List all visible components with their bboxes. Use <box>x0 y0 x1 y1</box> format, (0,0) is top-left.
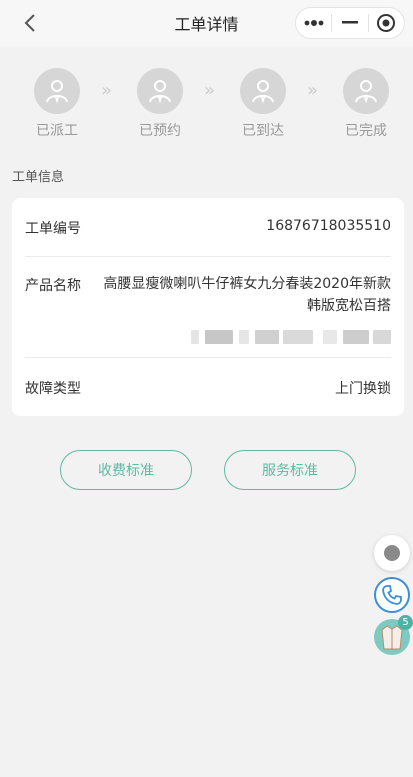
dot-icon <box>384 545 400 561</box>
service-standard-button[interactable]: 服务标准 <box>224 450 356 490</box>
floating-record-button[interactable] <box>374 535 410 571</box>
nav-bar: 工单详情 <box>0 0 413 46</box>
floating-product-button[interactable]: 5 <box>374 615 413 655</box>
step-arrow: » <box>307 80 318 101</box>
section-title: 工单信息 <box>12 170 65 185</box>
fee-standard-button[interactable]: 收费标准 <box>60 450 192 490</box>
step-arrived: 已到达 <box>228 68 298 140</box>
close-target-icon[interactable] <box>369 8 404 38</box>
order-progress-steps: 已派工 » 已预约 » 已到达 » 已完成 <box>0 68 413 140</box>
person-icon <box>34 68 80 114</box>
step-appointed: 已预约 <box>125 68 195 140</box>
step-label: 已到达 <box>242 123 284 139</box>
order-info-card: 工单编号 16876718035510 产品名称 高腰显瘦微喇叭牛仔裤女九分春装… <box>12 198 404 416</box>
redacted-text-mosaic <box>191 326 391 346</box>
floating-phone-button[interactable] <box>374 577 410 613</box>
step-label: 已预约 <box>139 123 181 139</box>
person-icon <box>343 68 389 114</box>
step-arrow: » <box>101 80 112 101</box>
person-icon <box>240 68 286 114</box>
notification-badge: 5 <box>398 615 413 630</box>
divider <box>25 256 391 257</box>
person-icon <box>137 68 183 114</box>
page-title: 工单详情 <box>174 15 239 34</box>
mini-program-capsule <box>295 7 405 39</box>
back-icon[interactable] <box>18 11 42 35</box>
step-completed: 已完成 <box>331 68 401 140</box>
fault-type-value: 上门换锁 <box>335 381 391 397</box>
product-name-label: 产品名称 <box>25 278 81 294</box>
product-name-value: 高腰显瘦微喇叭牛仔裤女九分春装2020年新款韩版宽松百搭 <box>103 276 391 314</box>
minimize-icon[interactable] <box>332 8 367 38</box>
step-arrow: » <box>204 80 215 101</box>
order-number-label: 工单编号 <box>25 221 81 237</box>
order-number-value: 16876718035510 <box>266 218 391 234</box>
more-icon[interactable] <box>296 8 331 38</box>
step-label: 已完成 <box>345 123 387 139</box>
fault-type-label: 故障类型 <box>25 381 81 397</box>
divider <box>25 357 391 358</box>
step-dispatched: 已派工 <box>22 68 92 140</box>
phone-icon <box>382 585 402 605</box>
step-label: 已派工 <box>36 123 78 139</box>
